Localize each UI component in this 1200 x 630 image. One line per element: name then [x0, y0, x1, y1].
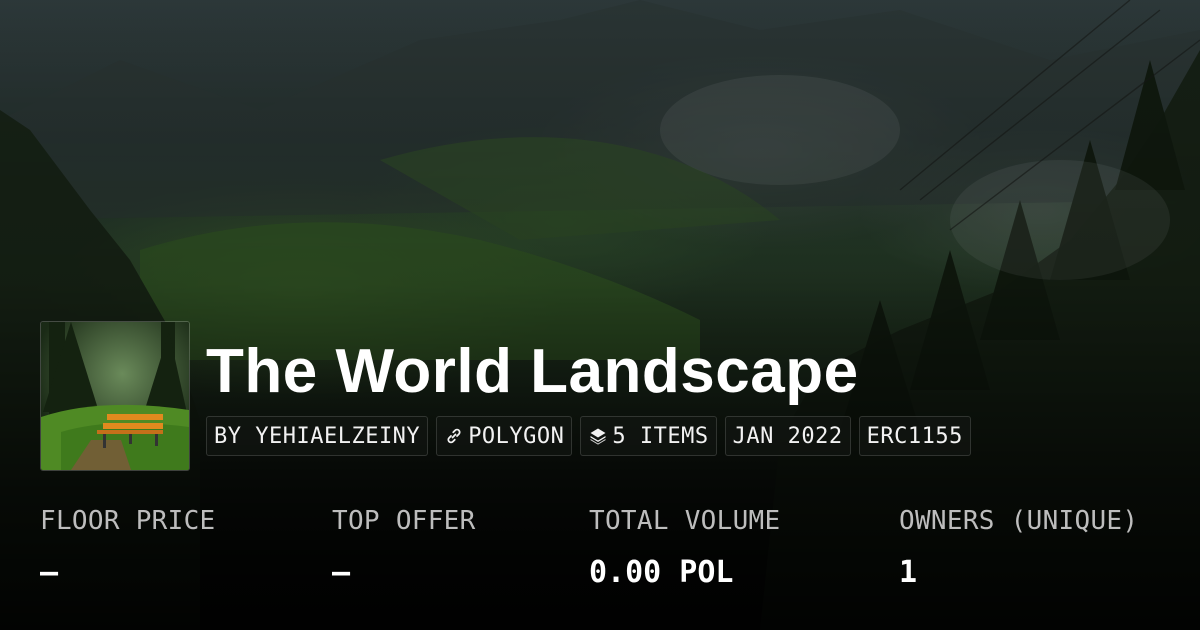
stat-label: TOTAL VOLUME — [589, 506, 781, 536]
items-tag-label: 5 ITEMS — [612, 423, 709, 449]
stat-value: 0.00 POL — [589, 555, 734, 590]
stat-owners-unique: OWNERS (UNIQUE) 1 — [899, 503, 1138, 591]
standard-tag-label: ERC1155 — [866, 423, 963, 449]
items-tag[interactable]: 5 ITEMS — [580, 416, 717, 456]
stat-total-volume: TOTAL VOLUME 0.00 POL — [589, 503, 780, 591]
chain-tag-label: POLYGON — [468, 423, 565, 449]
stat-value: – — [332, 555, 351, 590]
chain-tag[interactable]: POLYGON — [436, 416, 573, 456]
creator-tag-label: BY YEHIAELZEINY — [214, 423, 421, 449]
stat-label: OWNERS (UNIQUE) — [899, 506, 1139, 536]
collection-share-card: The World Landscape BY YEHIAELZEINY POLY… — [0, 0, 1200, 630]
stat-floor-price: FLOOR PRICE – — [40, 503, 216, 591]
link-icon — [444, 426, 464, 446]
collection-thumbnail — [40, 321, 190, 471]
collection-title: The World Landscape — [206, 337, 859, 406]
stat-value: – — [40, 555, 59, 590]
stat-label: FLOOR PRICE — [40, 506, 216, 536]
stat-value: 1 — [899, 555, 918, 590]
layers-icon — [588, 426, 608, 446]
standard-tag: ERC1155 — [858, 416, 971, 456]
collection-tags: BY YEHIAELZEINY POLYGON 5 ITEMS JAN 2022… — [206, 416, 971, 456]
date-tag-label: JAN 2022 — [732, 423, 843, 449]
date-tag: JAN 2022 — [724, 416, 851, 456]
stat-label: TOP OFFER — [332, 506, 476, 536]
stat-top-offer: TOP OFFER – — [332, 503, 476, 591]
creator-tag[interactable]: BY YEHIAELZEINY — [206, 416, 429, 456]
